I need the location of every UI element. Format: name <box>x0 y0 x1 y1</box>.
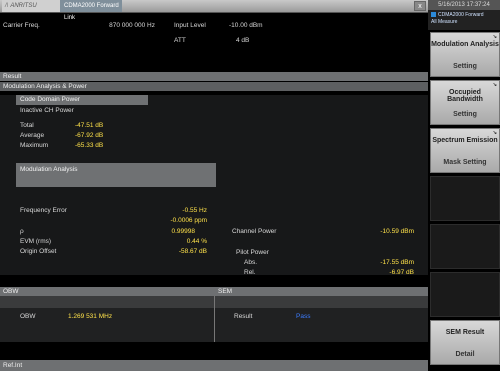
mod-analysis-label: Modulation Analysis <box>20 166 78 173</box>
evm-label: EVM (rms) <box>20 238 52 245</box>
ref-int-status: Ref.Int <box>0 360 428 371</box>
obw-label: OBW <box>20 313 36 320</box>
datetime: 5/16/2013 17:37:24 <box>428 0 500 10</box>
obw-sem-header-bar <box>0 287 428 296</box>
sem-header: SEM <box>218 288 233 295</box>
softkey-sem-result[interactable]: SEM Result Detail <box>430 320 500 365</box>
total-label: Total <box>20 122 34 129</box>
sem-result-label: Result <box>234 313 253 320</box>
main-display: /\ ANRITSU CDMA2000 Forward Link x Carrie… <box>0 0 428 371</box>
softkey-empty-2 <box>430 224 500 269</box>
pilot-abs-label: Abs. <box>244 259 258 266</box>
channel-power-label: Channel Power <box>232 228 277 235</box>
softkey-spectrum-emission[interactable]: ↘ Spectrum Emission Mask Setting <box>430 128 500 173</box>
input-level-value: -10.00 dBm <box>229 22 263 29</box>
close-button[interactable]: x <box>414 1 426 11</box>
origin-offset-label: Origin Offset <box>20 248 57 255</box>
softkey-label: Modulation Analysis <box>431 41 499 48</box>
average-value: -67.92 dB <box>75 132 104 139</box>
result-header: Result <box>0 72 428 81</box>
app-title: CDMA2000 Forward Link <box>60 0 122 21</box>
softkey-sublabel: Mask Setting <box>443 159 487 166</box>
freq-error-ppm: -0.0006 ppm <box>170 217 208 224</box>
submenu-arrow-icon: ↘ <box>492 130 497 136</box>
analyzer-screen: /\ ANRITSU CDMA2000 Forward Link x Carrie… <box>0 0 500 371</box>
mode-title: CDMA2000 Forward <box>438 12 484 18</box>
brand-label: /\ ANRITSU <box>2 0 60 12</box>
mode-indicator: CDMA2000 Forward All Measure <box>428 10 500 30</box>
softkey-empty-1 <box>430 176 500 221</box>
origin-offset-value: -58.67 dB <box>178 248 207 255</box>
code-domain-label: Code Domain Power <box>20 96 80 103</box>
freq-error-label: Frequency Error <box>20 207 67 214</box>
mode-sub: All Measure <box>431 19 458 25</box>
submenu-arrow-icon: ↘ <box>492 82 497 88</box>
softkey-label: Occupied Bandwidth <box>447 89 483 103</box>
carrier-freq-label: Carrier Freq. <box>3 22 40 29</box>
maximum-value: -65.33 dB <box>75 142 104 149</box>
att-value: 4 dB <box>236 37 250 44</box>
brand-text: ANRITSU <box>10 3 37 9</box>
maximum-label: Maximum <box>20 142 49 149</box>
pilot-rel-value: -6.97 dB <box>389 269 414 276</box>
mode-icon <box>431 12 436 18</box>
total-value: -47.51 dB <box>75 122 104 129</box>
pilot-rel-label: Rel. <box>244 269 256 276</box>
title-bar: /\ ANRITSU CDMA2000 Forward Link x <box>0 0 428 21</box>
softkey-occupied-bandwidth[interactable]: ↘ Occupied Bandwidth Setting <box>430 80 500 125</box>
average-label: Average <box>20 132 45 139</box>
submenu-arrow-icon: ↘ <box>492 34 497 40</box>
brand-logo-icon: /\ <box>5 3 9 9</box>
evm-value: 0.44 % <box>186 238 207 245</box>
softkey-label: SEM Result <box>445 329 485 336</box>
mod-power-header: Modulation Analysis & Power <box>0 82 428 91</box>
freq-error-hz: -0.55 Hz <box>182 207 207 214</box>
obw-header: OBW <box>3 288 19 295</box>
softkey-sublabel: Setting <box>453 111 477 118</box>
softkey-panel: 5/16/2013 17:37:24 CDMA2000 Forward All … <box>428 0 500 371</box>
sem-result-value: Pass <box>296 313 311 320</box>
pilot-abs-value: -17.55 dBm <box>380 259 414 266</box>
rho-value: 0.99998 <box>171 228 196 235</box>
softkey-empty-3 <box>430 272 500 317</box>
softkey-sublabel: Detail <box>455 351 475 358</box>
softkey-modulation-analysis[interactable]: ↘ Modulation Analysis Setting <box>430 32 500 77</box>
softkey-sublabel: Setting <box>453 63 477 70</box>
channel-power-value: -10.59 dBm <box>380 228 414 235</box>
inactive-ch-label: Inactive CH Power <box>20 107 74 114</box>
pilot-power-label: Pilot Power <box>236 249 269 256</box>
obw-sem-divider <box>214 296 215 342</box>
rho-label: ρ <box>20 228 24 235</box>
softkey-label: Spectrum Emission <box>432 137 498 144</box>
input-level-label: Input Level <box>174 22 206 29</box>
carrier-freq-value: 870 000 000 Hz <box>109 22 155 29</box>
att-label: ATT <box>174 37 186 44</box>
obw-value: 1.269 531 MHz <box>68 313 113 320</box>
